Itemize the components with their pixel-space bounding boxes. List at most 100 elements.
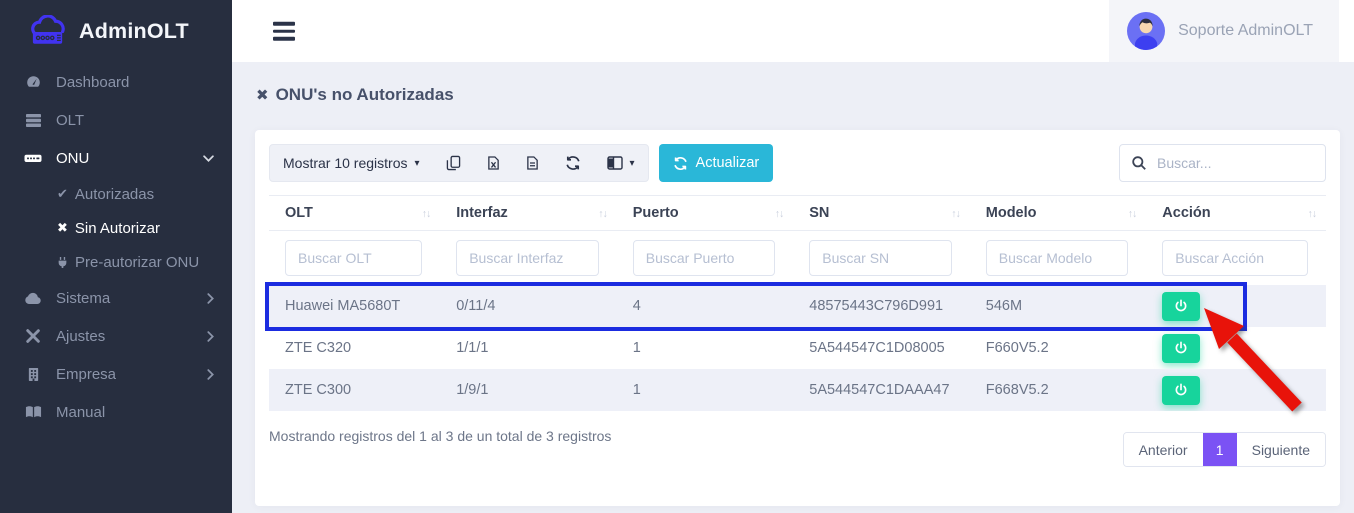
onu-table: ↑↓OLT ↑↓Interfaz ↑↓Puerto ↑↓SN ↑↓Modelo … — [269, 195, 1326, 411]
caret-down-icon: ▾ — [414, 158, 419, 169]
cell-interfaz: 1/1/1 — [440, 327, 617, 369]
top-bar: Soporte AdminOLT — [232, 0, 1354, 62]
server-icon — [23, 113, 43, 128]
cell-interfaz: 1/9/1 — [440, 369, 617, 411]
reload-table-button[interactable] — [552, 145, 594, 181]
export-excel-button[interactable] — [474, 145, 513, 181]
cell-modelo: 546M — [970, 285, 1147, 327]
sidebar-item-label: ONU — [56, 150, 89, 167]
filter-interfaz-input[interactable] — [456, 240, 599, 276]
chevron-right-icon — [207, 331, 214, 342]
filter-row — [269, 231, 1326, 286]
file-text-icon — [526, 155, 539, 171]
cell-modelo: F668V5.2 — [970, 369, 1147, 411]
previous-page-button[interactable]: Anterior — [1124, 433, 1203, 466]
power-icon — [1174, 299, 1188, 313]
cell-olt: ZTE C300 — [269, 369, 440, 411]
length-menu-button[interactable]: Mostrar 10 registros ▾ — [270, 145, 433, 181]
sidebar: AdminOLT Dashboard OLT ONU ✔ Autoriza — [0, 0, 232, 513]
sidebar-item-manual[interactable]: Manual — [0, 393, 232, 431]
cell-sn: 48575443C796D991 — [793, 285, 970, 327]
content-area: ✖ ONU's no Autorizadas Mostrar 10 regist… — [232, 62, 1354, 513]
onu-device-icon — [23, 150, 43, 166]
filter-puerto-input[interactable] — [633, 240, 776, 276]
col-header-accion[interactable]: ↑↓Acción — [1146, 196, 1326, 231]
sort-icon: ↑↓ — [951, 208, 960, 220]
cell-interfaz: 0/11/4 — [440, 285, 617, 327]
search-box — [1119, 144, 1326, 182]
cell-puerto: 1 — [617, 327, 794, 369]
sidebar-item-empresa[interactable]: Empresa — [0, 355, 232, 393]
sidebar-item-label: OLT — [56, 112, 84, 129]
cell-sn: 5A544547C1DAAA47 — [793, 369, 970, 411]
building-icon — [23, 367, 43, 382]
user-menu[interactable]: Soporte AdminOLT — [1109, 0, 1339, 62]
table-row: ZTE C320 1/1/1 1 5A544547C1D08005 F660V5… — [269, 327, 1326, 369]
search-input[interactable] — [1157, 155, 1314, 171]
refresh-icon — [673, 156, 688, 171]
plug-icon — [57, 256, 68, 269]
current-page-button[interactable]: 1 — [1203, 433, 1237, 466]
next-page-button[interactable]: Siguiente — [1237, 433, 1325, 466]
sidebar-item-label: Sistema — [56, 290, 110, 307]
filter-olt-input[interactable] — [285, 240, 422, 276]
export-file-button[interactable] — [513, 145, 552, 181]
sidebar-item-sistema[interactable]: Sistema — [0, 279, 232, 317]
col-header-modelo[interactable]: ↑↓Modelo — [970, 196, 1147, 231]
sidebar-item-onu[interactable]: ONU — [0, 139, 232, 177]
sidebar-item-label: Manual — [56, 404, 105, 421]
authorize-power-button[interactable] — [1162, 334, 1200, 363]
authorize-power-button[interactable] — [1162, 292, 1200, 321]
search-icon — [1131, 155, 1147, 171]
sort-icon: ↑↓ — [1128, 208, 1137, 220]
table-card: Mostrar 10 registros ▾ — [255, 130, 1340, 506]
refresh-icon — [565, 155, 581, 171]
copy-button[interactable] — [433, 145, 474, 181]
sidebar-item-label: Empresa — [56, 366, 116, 383]
brand-logo: AdminOLT — [0, 0, 232, 63]
cell-accion — [1146, 369, 1326, 411]
sidebar-item-ajustes[interactable]: Ajustes — [0, 317, 232, 355]
cell-accion — [1146, 327, 1326, 369]
caret-down-icon: ▾ — [630, 158, 635, 169]
page-title: ✖ ONU's no Autorizadas — [256, 85, 454, 105]
cell-olt: Huawei MA5680T — [269, 285, 440, 327]
sidebar-item-olt[interactable]: OLT — [0, 101, 232, 139]
hamburger-icon — [273, 22, 295, 26]
sort-icon: ↑↓ — [1308, 208, 1317, 220]
filter-sn-input[interactable] — [809, 240, 952, 276]
pagination: Anterior 1 Siguiente — [1123, 432, 1326, 467]
sidebar-item-dashboard[interactable]: Dashboard — [0, 63, 232, 101]
table-row: ZTE C300 1/9/1 1 5A544547C1DAAA47 F668V5… — [269, 369, 1326, 411]
excel-file-icon — [487, 155, 500, 171]
x-icon: ✖ — [57, 220, 68, 236]
power-icon — [1174, 341, 1188, 355]
sidebar-item-sin-autorizar[interactable]: ✖ Sin Autorizar — [0, 211, 232, 245]
col-header-interfaz[interactable]: ↑↓Interfaz — [440, 196, 617, 231]
col-header-sn[interactable]: ↑↓SN — [793, 196, 970, 231]
brand-name: AdminOLT — [79, 19, 189, 44]
cell-olt: ZTE C320 — [269, 327, 440, 369]
sidebar-item-pre-autorizar[interactable]: Pre-autorizar ONU — [0, 245, 232, 279]
columns-icon — [607, 156, 623, 170]
table-footer: Mostrando registros del 1 al 3 de un tot… — [269, 424, 1326, 467]
sidebar-item-autorizadas[interactable]: ✔ Autorizadas — [0, 177, 232, 211]
column-visibility-button[interactable]: ▾ — [594, 145, 648, 181]
col-header-puerto[interactable]: ↑↓Puerto — [617, 196, 794, 231]
authorize-power-button[interactable] — [1162, 376, 1200, 405]
sidebar-item-label: Autorizadas — [75, 186, 154, 203]
cell-puerto: 1 — [617, 369, 794, 411]
col-header-olt[interactable]: ↑↓OLT — [269, 196, 440, 231]
cloud-icon — [23, 291, 43, 305]
check-icon: ✔ — [57, 186, 68, 202]
sidebar-item-label: Pre-autorizar ONU — [75, 254, 199, 271]
filter-accion-input[interactable] — [1162, 240, 1308, 276]
filter-modelo-input[interactable] — [986, 240, 1129, 276]
cell-accion — [1146, 285, 1326, 327]
sort-icon: ↑↓ — [422, 208, 431, 220]
actualizar-button[interactable]: Actualizar — [659, 144, 774, 182]
sidebar-item-label: Ajustes — [56, 328, 105, 345]
records-info: Mostrando registros del 1 al 3 de un tot… — [269, 424, 611, 444]
menu-toggle-button[interactable] — [273, 22, 295, 41]
table-row: Huawei MA5680T 0/11/4 4 48575443C796D991… — [269, 285, 1326, 327]
